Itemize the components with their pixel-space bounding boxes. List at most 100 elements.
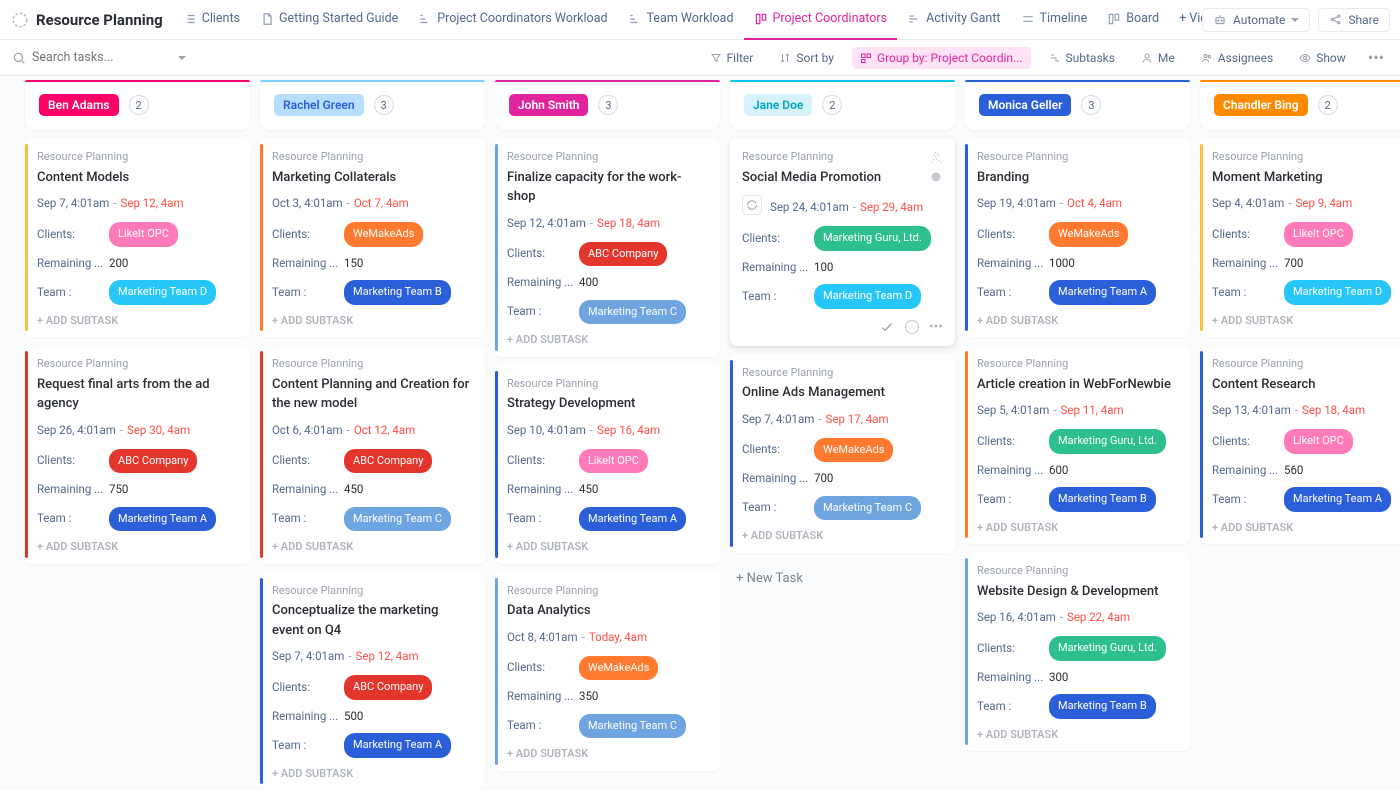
nav-tab-4[interactable]: Project Coordinators [744,0,898,40]
column-header[interactable]: Rachel Green3 [260,80,485,130]
column-header[interactable]: Ben Adams2 [25,80,250,130]
team-tag[interactable]: Marketing Team B [1049,694,1156,719]
task-card[interactable]: Resource PlanningData AnalyticsOct 8, 4:… [495,572,720,771]
team-tag[interactable]: Marketing Team A [109,507,216,532]
nav-tab-5[interactable]: Activity Gantt [897,0,1010,40]
show-button[interactable]: Show [1291,47,1354,69]
team-tag[interactable]: Marketing Team C [579,300,686,325]
task-card[interactable]: Resource PlanningMarketing CollateralsOc… [260,138,485,337]
client-tag[interactable]: WeMakeAds [814,438,893,463]
search-icon [12,51,26,65]
more-icon[interactable]: ••• [1364,48,1388,67]
team-tag[interactable]: Marketing Team B [1049,487,1156,512]
task-card[interactable]: Resource PlanningContent ModelsSep 7, 4:… [25,138,250,337]
task-card[interactable]: Resource PlanningArticle creation in Web… [965,345,1190,544]
add-subtask-button[interactable]: + ADD SUBTASK [37,539,238,556]
team-tag[interactable]: Marketing Team A [579,507,686,532]
add-subtask-button[interactable]: + ADD SUBTASK [1212,313,1400,330]
team-label: Team : [272,737,344,754]
client-tag[interactable]: Marketing Guru, Ltd. [814,226,931,251]
client-tag[interactable]: ABC Company [344,675,432,700]
task-card[interactable]: Resource PlanningRequest final arts from… [25,345,250,564]
add-subtask-button[interactable]: + ADD SUBTASK [1212,520,1400,537]
subtasks-button[interactable]: Subtasks [1041,47,1123,69]
nav-tab-7[interactable]: Board [1097,0,1169,40]
team-tag[interactable]: Marketing Team D [109,280,216,305]
nav-tab-1[interactable]: Getting Started Guide [250,0,408,40]
filter-button[interactable]: Filter [702,47,762,69]
card-dates: Sep 10, 4:01am-Sep 16, 4am [507,422,708,439]
team-tag[interactable]: Marketing Team C [814,496,921,521]
assignees-button[interactable]: Assignees [1193,47,1281,69]
team-tag[interactable]: Marketing Team A [344,733,451,758]
client-tag[interactable]: WeMakeAds [579,656,658,681]
client-tag[interactable]: WeMakeAds [1049,222,1128,247]
sortby-button[interactable]: Sort by [771,47,842,69]
task-card[interactable]: Resource PlanningMoment MarketingSep 4, … [1200,138,1400,337]
column-header[interactable]: Jane Doe2 [730,80,955,130]
team-tag[interactable]: Marketing Team A [1049,280,1156,305]
me-button[interactable]: Me [1133,47,1183,69]
client-tag[interactable]: ABC Company [344,449,432,474]
nav-tab-0[interactable]: Clients [173,0,250,40]
task-card[interactable]: Resource PlanningSocial Media PromotionS… [730,138,955,346]
add-subtask-button[interactable]: + ADD SUBTASK [37,313,238,330]
add-subtask-button[interactable]: + ADD SUBTASK [977,313,1178,330]
column-header[interactable]: Monica Geller3 [965,80,1190,130]
nav-tab-6[interactable]: Timeline [1011,0,1098,40]
team-tag[interactable]: Marketing Team C [344,507,451,532]
new-task-button[interactable]: + New Task [730,561,955,596]
add-subtask-button[interactable]: + ADD SUBTASK [742,528,943,545]
automate-button[interactable]: Automate [1202,8,1310,32]
nav-tab-2[interactable]: Project Coordinators Workload [408,0,617,40]
task-card[interactable]: Resource PlanningContent ResearchSep 13,… [1200,345,1400,544]
client-tag[interactable]: Marketing Guru, Ltd. [1049,429,1166,454]
client-tag[interactable]: Marketing Guru, Ltd. [1049,636,1166,661]
task-card[interactable]: Resource PlanningOnline Ads ManagementSe… [730,354,955,553]
card-dates: Sep 7, 4:01am-Sep 12, 4am [37,195,238,212]
recur-icon[interactable] [742,195,762,215]
nav-tab-3[interactable]: Team Workload [618,0,744,40]
add-subtask-button[interactable]: + ADD SUBTASK [272,539,473,556]
task-card[interactable]: Resource PlanningFinalize capacity for t… [495,138,720,357]
column-header[interactable]: Chandler Bing2 [1200,80,1400,130]
task-card[interactable]: Resource PlanningBrandingSep 19, 4:01am-… [965,138,1190,337]
add-subtask-button[interactable]: + ADD SUBTASK [507,539,708,556]
search-input[interactable] [32,50,172,65]
task-card[interactable]: Resource PlanningWebsite Design & Develo… [965,552,1190,751]
client-tag[interactable]: ABC Company [109,449,197,474]
card-more-icon[interactable]: ••• [929,317,943,338]
add-subtask-button[interactable]: + ADD SUBTASK [507,746,708,763]
add-subtask-button[interactable]: + ADD SUBTASK [977,727,1178,744]
share-button[interactable]: Share [1318,8,1390,32]
card-title: Strategy Development [507,394,708,414]
client-tag[interactable]: LikeIt OPC [1284,222,1353,247]
status-circle-icon[interactable] [905,320,919,334]
client-tag[interactable]: LikeIt OPC [579,449,648,474]
team-tag[interactable]: Marketing Team A [1284,487,1391,512]
add-subtask-button[interactable]: + ADD SUBTASK [272,313,473,330]
client-tag[interactable]: LikeIt OPC [1284,429,1353,454]
team-tag[interactable]: Marketing Team D [814,284,921,309]
task-card[interactable]: Resource PlanningStrategy DevelopmentSep… [495,365,720,564]
assignee-placeholder-icon[interactable] [927,148,945,186]
client-tag[interactable]: WeMakeAds [344,222,423,247]
add-subtask-button[interactable]: + ADD SUBTASK [507,332,708,349]
task-card[interactable]: Resource PlanningConceptualize the marke… [260,572,485,790]
client-tag[interactable]: LikeIt OPC [109,222,178,247]
team-tag[interactable]: Marketing Team B [344,280,451,305]
add-subtask-button[interactable]: + ADD SUBTASK [977,520,1178,537]
card-title: Data Analytics [507,601,708,621]
column-header[interactable]: John Smith3 [495,80,720,130]
nav-tab-8[interactable]: + View [1169,0,1202,40]
chevron-down-icon[interactable] [178,56,186,60]
add-subtask-button[interactable]: + ADD SUBTASK [272,766,473,783]
groupby-button[interactable]: Group by: Project Coordin... [852,47,1031,69]
task-card[interactable]: Resource PlanningContent Planning and Cr… [260,345,485,564]
team-tag[interactable]: Marketing Team D [1284,280,1391,305]
team-tag[interactable]: Marketing Team C [579,714,686,739]
card-project: Resource Planning [272,356,473,373]
remaining-label: Remaining ... [977,669,1049,686]
check-icon[interactable] [879,319,895,335]
client-tag[interactable]: ABC Company [579,242,667,267]
